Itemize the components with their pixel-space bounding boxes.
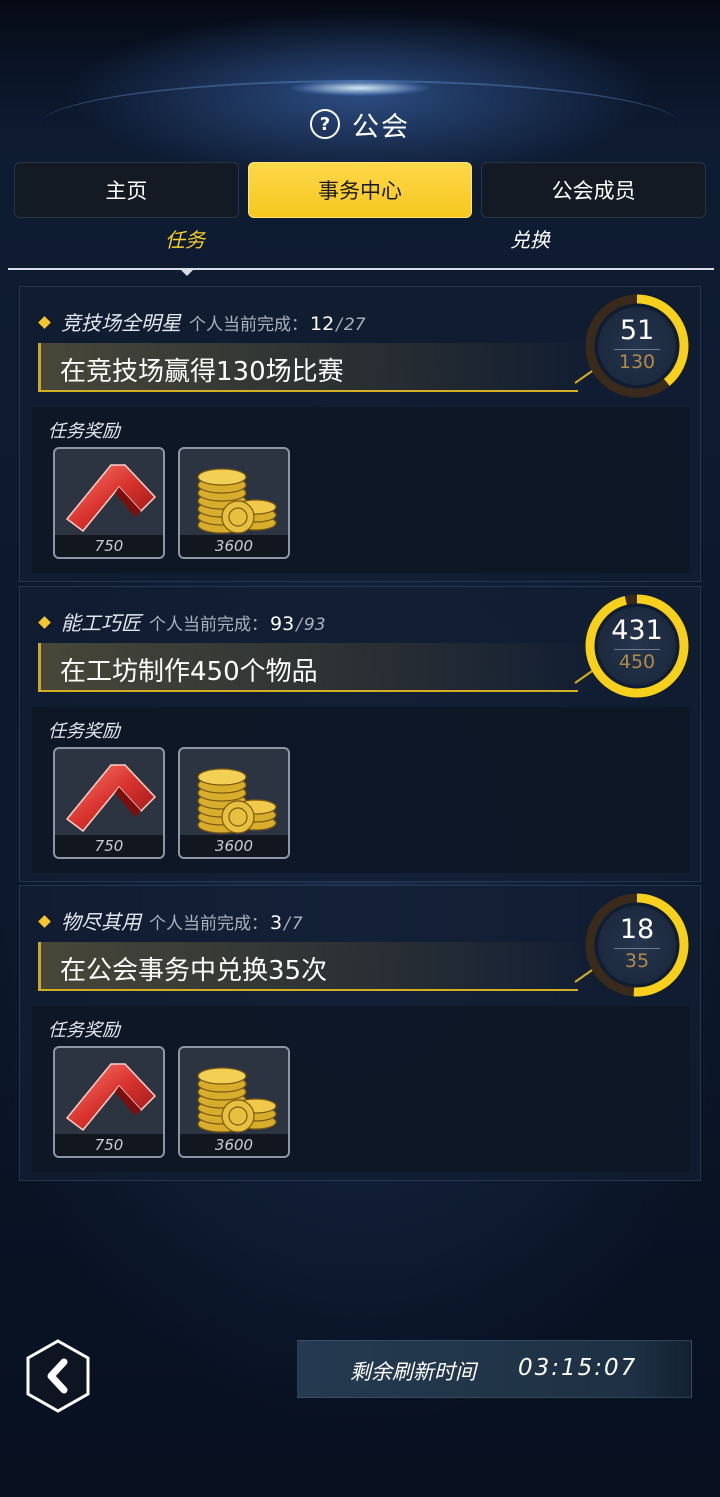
- subtab-divider: [8, 268, 714, 270]
- task-description: 在公会事务中兑换35次: [60, 956, 328, 986]
- progress-label: 个人当前完成：: [189, 315, 308, 335]
- main-tabs: 主页 事务中心 公会成员: [14, 162, 707, 218]
- header: ? 公会: [0, 60, 720, 160]
- gold-coins-icon: [197, 1067, 277, 1133]
- ring-total-value: 130: [618, 351, 656, 373]
- tab-affairs-center[interactable]: 事务中心: [247, 162, 473, 218]
- refresh-countdown: 03:15:07: [518, 1355, 638, 1381]
- personal-progress-total: 7: [291, 914, 303, 934]
- personal-progress-total: 93: [303, 615, 326, 635]
- tab-home[interactable]: 主页: [14, 162, 239, 218]
- progress-separator: /: [284, 914, 290, 934]
- task-name: 能工巧匠: [61, 611, 141, 635]
- ring-current-value: 431: [611, 615, 663, 646]
- page-title: 公会: [352, 111, 410, 143]
- question-circle-icon[interactable]: ?: [310, 109, 340, 139]
- back-button[interactable]: [24, 1338, 92, 1414]
- reward-panel: 任务奖励 750 3600: [32, 407, 690, 573]
- reward-title: 任务奖励: [48, 421, 120, 442]
- task-banner-underline: [38, 390, 578, 392]
- reward-quantity: 3600: [180, 1134, 288, 1156]
- ring-total-value: 35: [624, 950, 650, 972]
- refresh-label: 剩余刷新时间: [350, 1360, 476, 1384]
- reward-quantity: 3600: [180, 835, 288, 857]
- title-row: ? 公会: [0, 106, 720, 143]
- personal-progress-current: 93: [270, 613, 295, 635]
- task-banner-underline: [38, 690, 578, 692]
- reward-quantity: 750: [55, 835, 163, 857]
- red-chevron-token-icon: [65, 464, 157, 533]
- subtab-exchange[interactable]: 兑换: [510, 224, 550, 253]
- reward-title: 任务奖励: [48, 721, 120, 742]
- personal-progress-current: 3: [270, 912, 283, 934]
- header-glow-decoration: [290, 80, 430, 96]
- task-card: 竞技场全明星 个人当前完成： 12 / 27 在竞技场赢得130场比赛 51 1…: [19, 286, 701, 582]
- reward-item-token[interactable]: 750: [53, 1046, 165, 1158]
- reward-quantity: 750: [55, 535, 163, 557]
- guild-progress-ring: 18 35: [584, 892, 690, 998]
- task-name: 物尽其用: [61, 910, 141, 934]
- reward-item-coins[interactable]: 3600: [178, 447, 290, 559]
- reward-panel: 任务奖励 750 3600: [32, 707, 690, 873]
- guild-progress-ring: 431 450: [584, 593, 690, 699]
- task-header: 竞技场全明星 个人当前完成： 12 / 27: [38, 307, 366, 337]
- task-description: 在竞技场赢得130场比赛: [60, 357, 344, 387]
- ring-current-value: 51: [619, 315, 655, 346]
- diamond-icon: [38, 316, 51, 329]
- tab-guild-members[interactable]: 公会成员: [481, 162, 707, 218]
- task-card: 能工巧匠 个人当前完成： 93 / 93 在工坊制作450个物品 431 450…: [19, 586, 701, 882]
- reward-item-coins[interactable]: 3600: [178, 747, 290, 859]
- gold-coins-icon: [197, 768, 277, 834]
- task-description: 在工坊制作450个物品: [60, 657, 318, 687]
- task-header: 物尽其用 个人当前完成： 3 / 7: [38, 906, 303, 936]
- task-name: 竞技场全明星: [61, 311, 181, 335]
- reward-quantity: 750: [55, 1134, 163, 1156]
- personal-progress-total: 27: [343, 315, 366, 335]
- ring-total-value: 450: [618, 651, 656, 673]
- personal-progress-current: 12: [310, 313, 335, 335]
- reward-item-token[interactable]: 750: [53, 447, 165, 559]
- task-header: 能工巧匠 个人当前完成： 93 / 93: [38, 607, 326, 637]
- ring-divider: [614, 349, 660, 350]
- ring-divider: [614, 948, 660, 949]
- subtab-tasks[interactable]: 任务: [165, 224, 205, 253]
- reward-item-token[interactable]: 750: [53, 747, 165, 859]
- gold-coins-icon: [197, 468, 277, 534]
- progress-separator: /: [296, 615, 302, 635]
- reward-panel: 任务奖励 750 3600: [32, 1006, 690, 1172]
- progress-separator: /: [336, 315, 342, 335]
- task-banner-underline: [38, 989, 578, 991]
- refresh-timer-panel: 剩余刷新时间 03:15:07: [297, 1340, 692, 1398]
- red-chevron-token-icon: [65, 1063, 157, 1132]
- task-card: 物尽其用 个人当前完成： 3 / 7 在公会事务中兑换35次 18 35 任务奖…: [19, 885, 701, 1181]
- subtab-active-indicator: [180, 269, 194, 276]
- subtabs: 任务 兑换: [0, 224, 720, 260]
- ring-current-value: 18: [619, 914, 655, 945]
- red-chevron-token-icon: [65, 764, 157, 833]
- progress-label: 个人当前完成：: [149, 615, 268, 635]
- reward-title: 任务奖励: [48, 1020, 120, 1041]
- diamond-icon: [38, 616, 51, 629]
- chevron-left-icon: [26, 1339, 90, 1413]
- reward-quantity: 3600: [180, 535, 288, 557]
- progress-label: 个人当前完成：: [149, 914, 268, 934]
- diamond-icon: [38, 915, 51, 928]
- ring-divider: [614, 649, 660, 650]
- guild-progress-ring: 51 130: [584, 293, 690, 399]
- reward-item-coins[interactable]: 3600: [178, 1046, 290, 1158]
